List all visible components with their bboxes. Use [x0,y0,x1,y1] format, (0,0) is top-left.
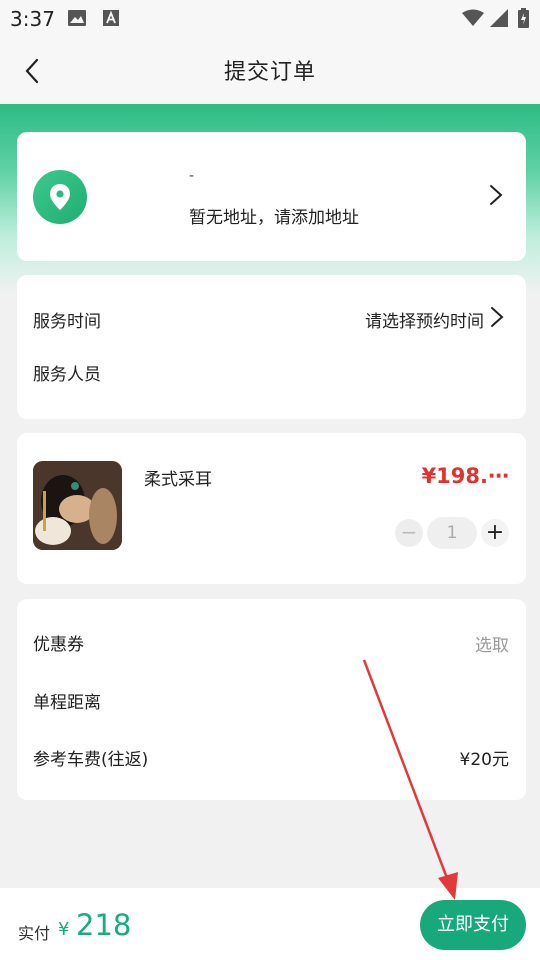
currency-symbol: ¥ [58,919,70,940]
status-bar: 3:37 [0,0,540,38]
increment-button[interactable]: + [481,519,509,547]
distance-label: 单程距离 [33,693,101,713]
status-time: 3:37 [10,7,55,31]
fee-card: 优惠券 选取 单程距离 参考车费(往返) ¥20元 [17,599,526,800]
coupon-label: 优惠券 [33,635,84,655]
quantity-stepper: − 1 + [395,517,509,549]
page-title: 提交订单 [223,60,316,85]
wifi-icon [462,9,484,26]
product-image [33,461,122,550]
decrement-button[interactable]: − [395,519,423,547]
nav-bar: 提交订单 [0,38,540,104]
pay-amount: 218 [76,908,132,942]
product-name: 柔式采耳 [144,470,212,490]
battery-icon [518,8,529,28]
product-price: ¥198.⋯ [421,464,509,488]
location-badge [33,170,87,224]
service-time-select[interactable]: 请选择预约时间 [365,307,484,332]
service-staff-label: 服务人员 [33,365,101,385]
coupon-select[interactable]: 选取 [475,631,509,656]
location-pin-icon [50,184,70,210]
fare-value: ¥20元 [459,750,509,770]
address-dash: - [189,168,195,184]
address-text: 暂无地址，请添加地址 [189,208,359,228]
chevron-right-icon[interactable] [489,184,503,206]
chevron-right-icon[interactable] [490,306,504,328]
image-icon [68,10,86,26]
address-card[interactable]: - 暂无地址，请添加地址 [17,132,526,261]
a-icon [103,10,119,26]
fare-label: 参考车费(往返) [33,750,149,770]
service-time-label: 服务时间 [33,312,101,332]
signal-icon [490,9,508,27]
bottom-bar: 实付 ¥ 218 立即支付 [0,888,540,960]
product-card: 柔式采耳 ¥198.⋯ − 1 + [17,433,526,584]
quantity-value[interactable]: 1 [427,517,477,549]
service-card: 服务时间 请选择预约时间 服务人员 [17,275,526,419]
pay-label: 实付 [18,924,51,943]
pay-button[interactable]: 立即支付 [420,900,526,950]
